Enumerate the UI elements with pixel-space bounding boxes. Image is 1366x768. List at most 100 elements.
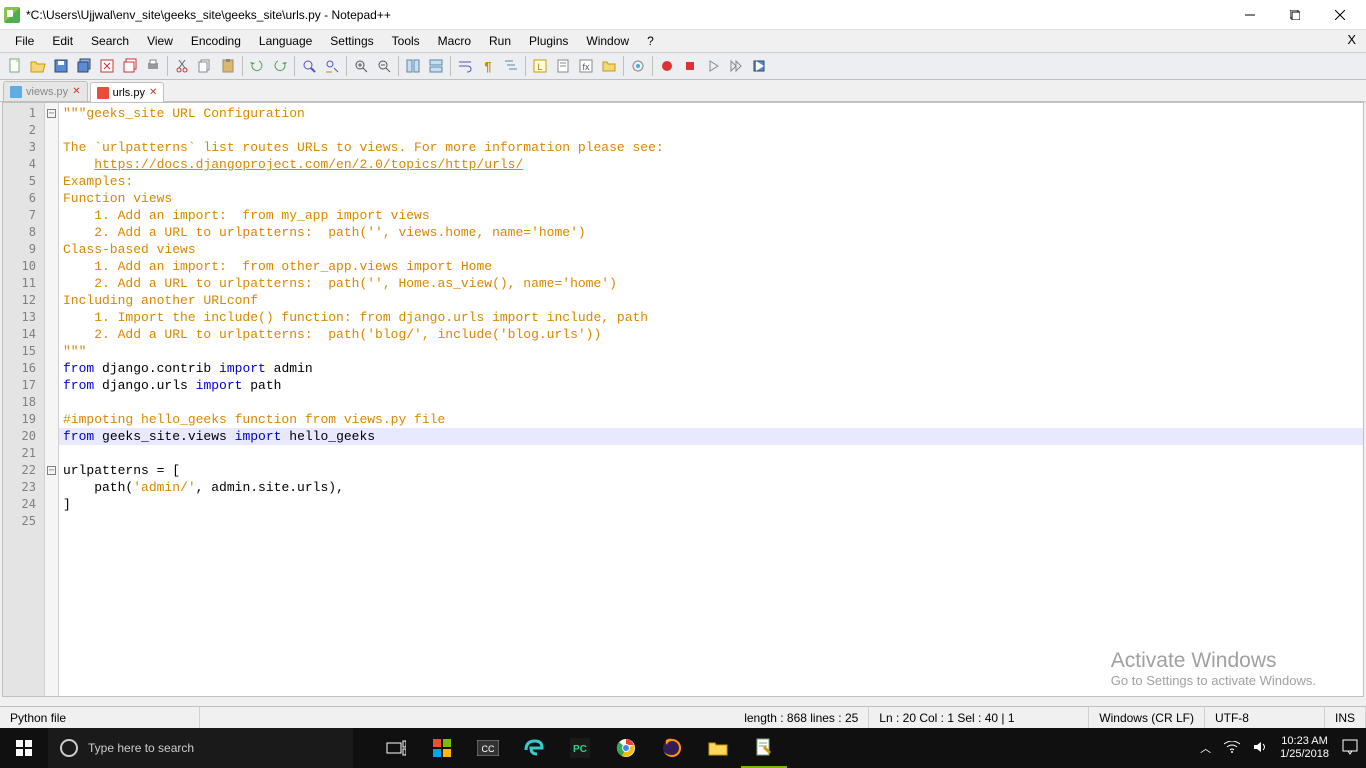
- code-area[interactable]: """geeks_site URL ConfigurationThe `urlp…: [59, 103, 1363, 696]
- minimize-button[interactable]: [1227, 0, 1272, 30]
- show-all-icon[interactable]: ¶: [477, 55, 499, 77]
- status-eol: Windows (CR LF): [1089, 707, 1205, 728]
- clock-date: 1/25/2018: [1280, 748, 1329, 761]
- udl-icon[interactable]: L: [529, 55, 551, 77]
- wrap-icon[interactable]: [454, 55, 476, 77]
- sync-h-icon[interactable]: [425, 55, 447, 77]
- record-icon[interactable]: [656, 55, 678, 77]
- menubar: File Edit Search View Encoding Language …: [0, 30, 1366, 52]
- titlebar: *C:\Users\Ujjwal\env_site\geeks_site\gee…: [0, 0, 1366, 30]
- svg-text:CC: CC: [482, 744, 495, 754]
- copy-icon[interactable]: [194, 55, 216, 77]
- fold-gutter: −−: [45, 103, 59, 696]
- tab-label: urls.py: [113, 87, 145, 99]
- paste-icon[interactable]: [217, 55, 239, 77]
- clock[interactable]: 10:23 AM 1/25/2018: [1280, 735, 1329, 761]
- menu-help[interactable]: ?: [638, 32, 663, 50]
- close-button[interactable]: [1317, 0, 1362, 30]
- cc-icon[interactable]: CC: [465, 728, 511, 768]
- clock-time: 10:23 AM: [1280, 735, 1329, 748]
- menu-settings[interactable]: Settings: [321, 32, 382, 50]
- tab-urls-py[interactable]: urls.py ✕: [90, 82, 165, 102]
- pycharm-icon[interactable]: PC: [557, 728, 603, 768]
- toolbar: ¶ L fx: [0, 52, 1366, 80]
- svg-text:PC: PC: [573, 744, 587, 755]
- status-length: length : 868 lines : 25: [734, 707, 869, 728]
- play-icon[interactable]: [702, 55, 724, 77]
- volume-icon[interactable]: [1253, 740, 1267, 757]
- tab-views-py[interactable]: views.py ✕: [3, 81, 88, 101]
- menu-encoding[interactable]: Encoding: [182, 32, 250, 50]
- notepadpp-icon: [4, 7, 20, 23]
- new-file-icon[interactable]: [4, 55, 26, 77]
- doc-map-icon[interactable]: [552, 55, 574, 77]
- editor[interactable]: 1234567891011121314151617181920212223242…: [2, 102, 1364, 697]
- close-all-icon[interactable]: [119, 55, 141, 77]
- func-list-icon[interactable]: fx: [575, 55, 597, 77]
- cut-icon[interactable]: [171, 55, 193, 77]
- folder-view-icon[interactable]: [598, 55, 620, 77]
- status-cursor: Ln : 20 Col : 1 Sel : 40 | 1: [869, 707, 1089, 728]
- tab-bar: views.py ✕ urls.py ✕: [0, 80, 1366, 102]
- stop-icon[interactable]: [679, 55, 701, 77]
- tab-close-icon[interactable]: ✕: [72, 86, 80, 97]
- activate-windows-watermark: Activate Windows Go to Settings to activ…: [1111, 649, 1316, 688]
- monitor-icon[interactable]: [627, 55, 649, 77]
- tab-close-icon[interactable]: ✕: [149, 87, 157, 98]
- save-icon[interactable]: [50, 55, 72, 77]
- maximize-button[interactable]: [1272, 0, 1317, 30]
- status-encoding: UTF-8: [1205, 707, 1325, 728]
- menu-view[interactable]: View: [138, 32, 182, 50]
- system-tray: ︿ 10:23 AM 1/25/2018: [1200, 735, 1366, 761]
- start-button[interactable]: [0, 728, 48, 768]
- menu-file[interactable]: File: [6, 32, 43, 50]
- search-placeholder: Type here to search: [88, 741, 194, 755]
- window-title: *C:\Users\Ujjwal\env_site\geeks_site\gee…: [26, 8, 1227, 22]
- menu-run[interactable]: Run: [480, 32, 520, 50]
- menu-window[interactable]: Window: [577, 32, 638, 50]
- file-icon: [10, 86, 22, 98]
- file-icon: [97, 87, 109, 99]
- wifi-icon[interactable]: [1224, 741, 1240, 756]
- task-view-icon[interactable]: [373, 728, 419, 768]
- firefox-icon[interactable]: [649, 728, 695, 768]
- search-box[interactable]: Type here to search: [48, 728, 353, 768]
- status-mode: INS: [1325, 707, 1366, 728]
- open-file-icon[interactable]: [27, 55, 49, 77]
- menu-edit[interactable]: Edit: [43, 32, 82, 50]
- chrome-icon[interactable]: [603, 728, 649, 768]
- play-fast-icon[interactable]: [725, 55, 747, 77]
- line-number-gutter: 1234567891011121314151617181920212223242…: [3, 103, 45, 696]
- notifications-icon[interactable]: [1342, 739, 1358, 758]
- save-all-icon[interactable]: [73, 55, 95, 77]
- menu-language[interactable]: Language: [250, 32, 321, 50]
- menu-macro[interactable]: Macro: [429, 32, 480, 50]
- print-icon[interactable]: [142, 55, 164, 77]
- explorer-icon[interactable]: [695, 728, 741, 768]
- find-icon[interactable]: [298, 55, 320, 77]
- cortana-icon: [60, 739, 78, 757]
- replace-icon[interactable]: [321, 55, 343, 77]
- watermark-sub: Go to Settings to activate Windows.: [1111, 673, 1316, 688]
- menu-tools[interactable]: Tools: [383, 32, 429, 50]
- svg-text:L: L: [537, 62, 542, 72]
- menu-plugins[interactable]: Plugins: [520, 32, 577, 50]
- edge-icon[interactable]: [511, 728, 557, 768]
- indent-guide-icon[interactable]: [500, 55, 522, 77]
- zoom-in-icon[interactable]: [350, 55, 372, 77]
- statusbar: Python file length : 868 lines : 25 Ln :…: [0, 706, 1366, 728]
- ms-store-icon[interactable]: [419, 728, 465, 768]
- save-macro-icon[interactable]: [748, 55, 770, 77]
- windows-taskbar: Type here to search CC PC ︿ 10:23 AM 1/2…: [0, 728, 1366, 768]
- zoom-out-icon[interactable]: [373, 55, 395, 77]
- sync-v-icon[interactable]: [402, 55, 424, 77]
- notepadpp-task-icon[interactable]: [741, 728, 787, 768]
- menu-search[interactable]: Search: [82, 32, 138, 50]
- undo-icon[interactable]: [246, 55, 268, 77]
- svg-text:fx: fx: [582, 62, 590, 72]
- watermark-heading: Activate Windows: [1111, 649, 1316, 673]
- tray-chevron-icon[interactable]: ︿: [1200, 740, 1211, 756]
- redo-icon[interactable]: [269, 55, 291, 77]
- close-file-icon[interactable]: [96, 55, 118, 77]
- secondary-close-icon[interactable]: X: [1347, 32, 1356, 47]
